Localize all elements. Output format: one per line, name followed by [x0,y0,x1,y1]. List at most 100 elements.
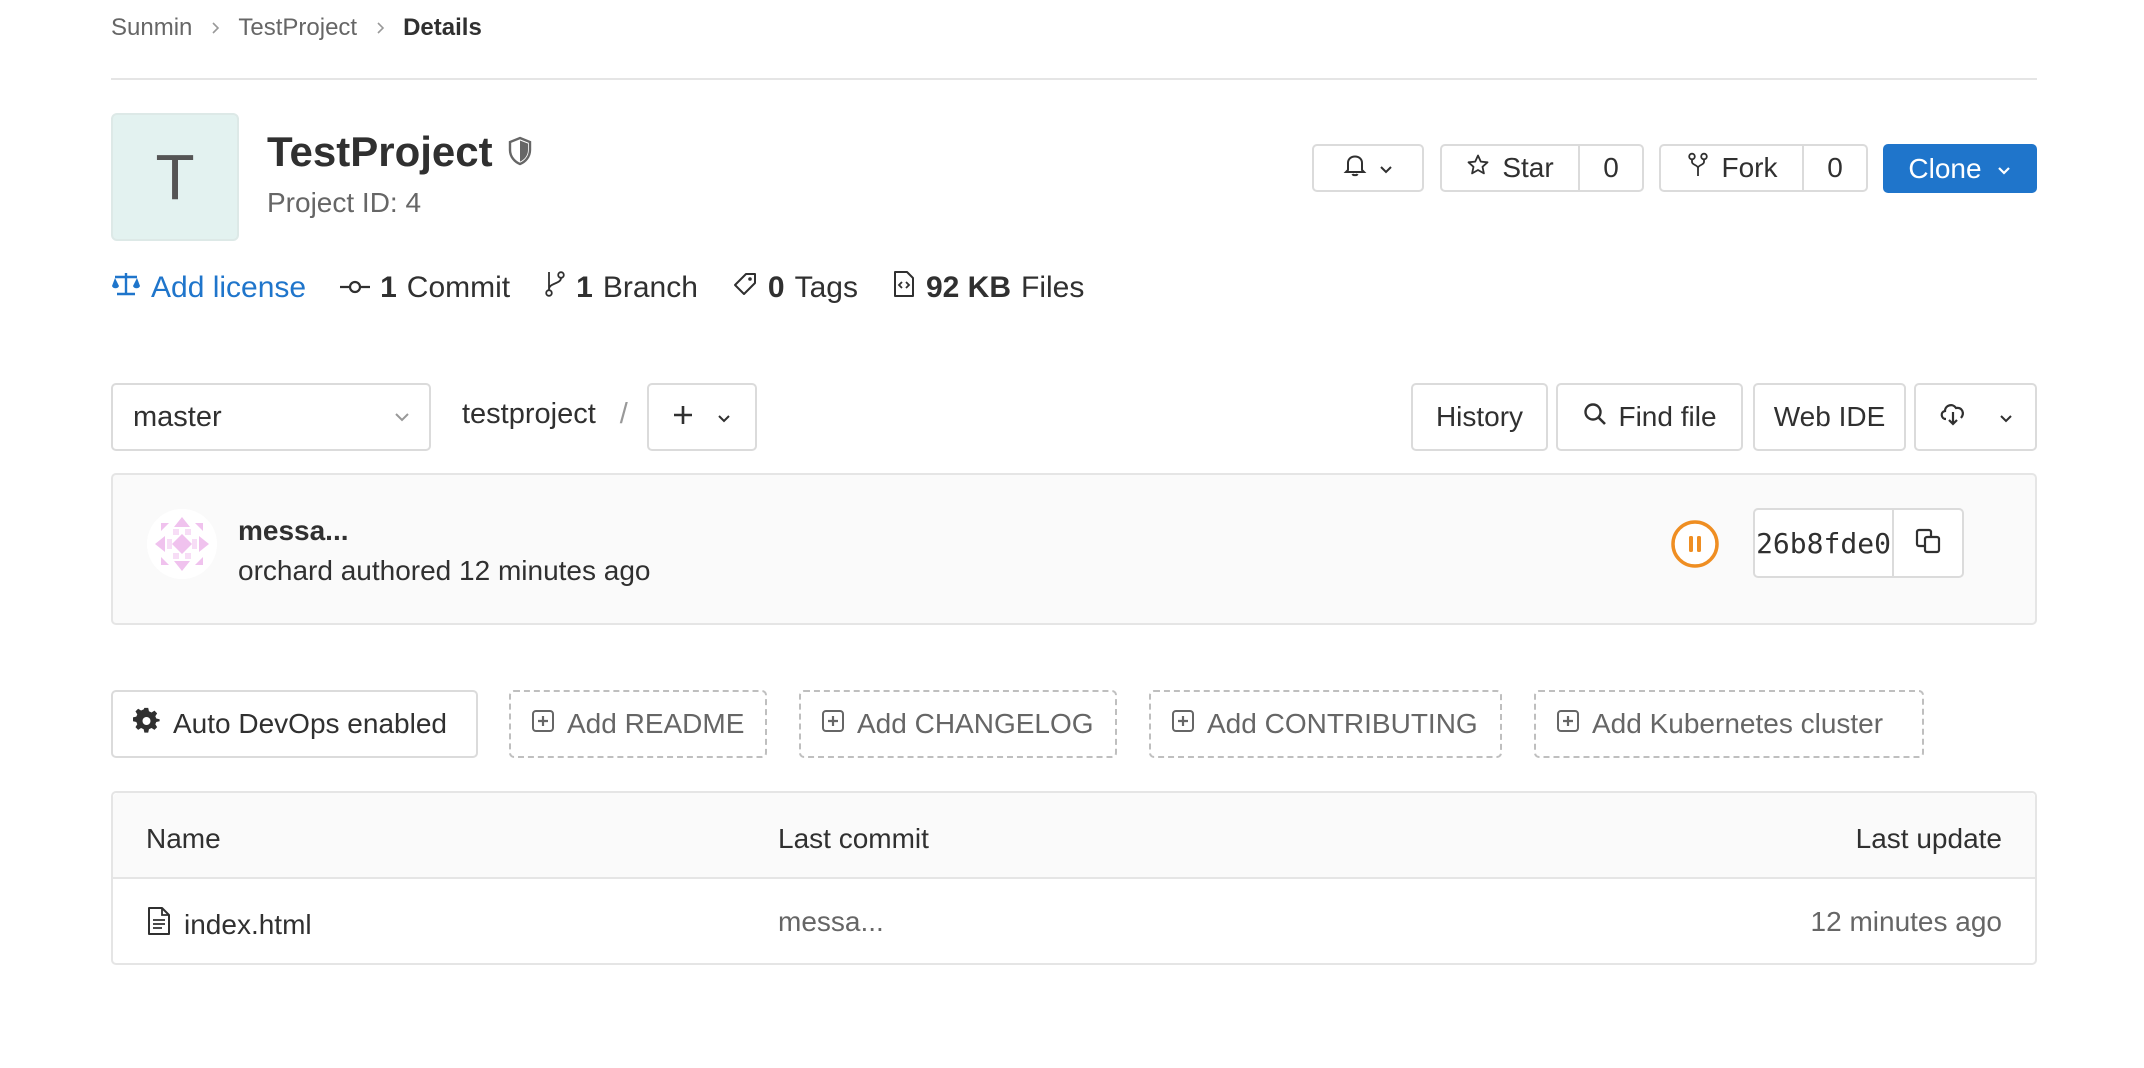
file-last-commit[interactable]: messa... [778,906,884,938]
path-separator: / [619,398,628,430]
chevron-right-icon [371,19,389,37]
file-tree-table: Name Last commit Last update index.html … [111,791,2037,965]
file-name: index.html [184,908,312,940]
web-ide-label: Web IDE [1773,401,1886,432]
breadcrumb: Sunmin TestProject Details [111,14,482,42]
plus-square-icon [1171,708,1195,740]
commit-meta: orchard authored 12 minutes ago [238,555,651,586]
table-header: Name Last commit Last update [113,793,2035,879]
fork-label: Fork [1721,152,1778,183]
tree-path-root[interactable]: testproject [462,398,596,431]
star-icon [1466,152,1490,184]
auto-devops-button[interactable]: Auto DevOps enabled [111,690,478,758]
project-title-row: TestProject [267,128,533,176]
copy-icon [1914,527,1942,560]
column-header-last-update: Last update [1855,823,2002,854]
find-file-label: Find file [1618,401,1717,432]
plus-icon [672,400,694,434]
project-id: Project ID: 4 [267,187,422,218]
clone-label: Clone [1908,152,1982,184]
search-icon [1582,401,1608,434]
add-readme-label: Add README [567,708,745,739]
tags-link[interactable]: 0 Tags [732,271,858,305]
branch-icon [544,270,566,306]
star-count[interactable]: 0 [1578,146,1642,190]
breadcrumb-item-project[interactable]: TestProject [238,14,357,42]
download-cloud-icon [1938,401,1968,434]
gear-icon [133,707,161,742]
add-contributing-label: Add CONTRIBUTING [1207,708,1478,739]
commits-link[interactable]: 1 Commit [340,271,510,305]
branches-count: 1 [576,271,593,304]
add-kubernetes-button[interactable]: Add Kubernetes cluster [1534,690,1924,758]
branch-name: master [133,400,222,433]
tags-count: 0 [767,271,785,304]
star-label: Star [1502,152,1554,183]
notifications-dropdown[interactable] [1312,144,1424,192]
commit-title[interactable]: messa... [238,515,349,547]
add-kubernetes-label: Add Kubernetes cluster [1592,708,1884,739]
column-header-name: Name [146,823,221,854]
download-dropdown[interactable] [1914,383,2037,451]
project-stats: Add license 1 Commit 1 Branch 0 Tags 92 … [111,270,1084,306]
chevron-down-icon [1998,401,2014,433]
tree-path: testproject / [462,398,628,431]
author-avatar[interactable] [147,509,217,579]
project-overview-page: Sunmin TestProject Details T TestProject… [0,0,2144,1068]
files-link[interactable]: 92 KB Files [892,270,1084,306]
file-icon [146,906,172,943]
plus-square-icon [1556,708,1580,740]
branch-dropdown[interactable]: master [111,383,431,451]
commits-label: Commit [406,271,511,304]
file-name-cell[interactable]: index.html [146,906,312,943]
last-commit-panel: messa... orchard authored 12 minutes ago… [111,473,2037,625]
star-group: Star 0 [1440,144,1644,192]
fork-count[interactable]: 0 [1802,146,1866,190]
add-changelog-button[interactable]: Add CHANGELOG [799,690,1117,758]
files-label: Files [1021,271,1085,304]
commits-count: 1 [380,271,397,304]
breadcrumb-current[interactable]: Details [403,14,482,42]
branches-label: Branch [602,271,698,304]
commit-icon [340,271,371,305]
add-contributing-button[interactable]: Add CONTRIBUTING [1149,690,1502,758]
copy-sha-button[interactable] [1892,510,1962,576]
find-file-button[interactable]: Find file [1556,383,1743,451]
shield-icon [507,128,533,176]
fork-icon [1686,152,1710,185]
pipeline-paused-icon[interactable] [1670,519,1720,569]
fork-group: Fork 0 [1659,144,1868,192]
branches-link[interactable]: 1 Branch [544,270,698,306]
add-license-label: Add license [151,271,307,304]
commit-sha-group: 26b8fde0 [1753,508,1964,578]
breadcrumb-item-namespace[interactable]: Sunmin [111,14,192,42]
fork-button[interactable]: Fork [1661,146,1802,190]
chevron-down-icon [1996,153,2012,185]
web-ide-button[interactable]: Web IDE [1753,383,1906,451]
clone-button[interactable]: Clone [1883,144,2037,193]
column-header-last-commit: Last commit [778,823,929,854]
project-title: TestProject [267,128,493,175]
star-button[interactable]: Star [1442,146,1578,190]
chevron-right-icon [206,19,224,37]
plus-square-icon [821,708,845,740]
commit-sha[interactable]: 26b8fde0 [1755,510,1892,576]
project-avatar[interactable]: T [111,113,239,241]
chevron-down-icon [716,400,732,434]
history-label: History [1435,401,1524,432]
files-size: 92 KB [925,271,1011,304]
chevron-down-icon [1378,152,1394,184]
add-to-tree-dropdown[interactable] [647,383,757,451]
add-license-link[interactable]: Add license [111,270,306,306]
add-readme-button[interactable]: Add README [509,690,767,758]
auto-devops-label: Auto DevOps enabled [173,708,447,739]
divider [111,78,2037,80]
plus-square-icon [531,708,555,740]
tags-label: Tags [794,271,858,304]
file-last-update: 12 minutes ago [1810,906,2002,937]
history-button[interactable]: History [1411,383,1548,451]
file-code-icon [892,270,916,306]
add-changelog-label: Add CHANGELOG [857,708,1094,739]
bell-icon [1342,152,1368,185]
chevron-down-icon [393,401,411,434]
